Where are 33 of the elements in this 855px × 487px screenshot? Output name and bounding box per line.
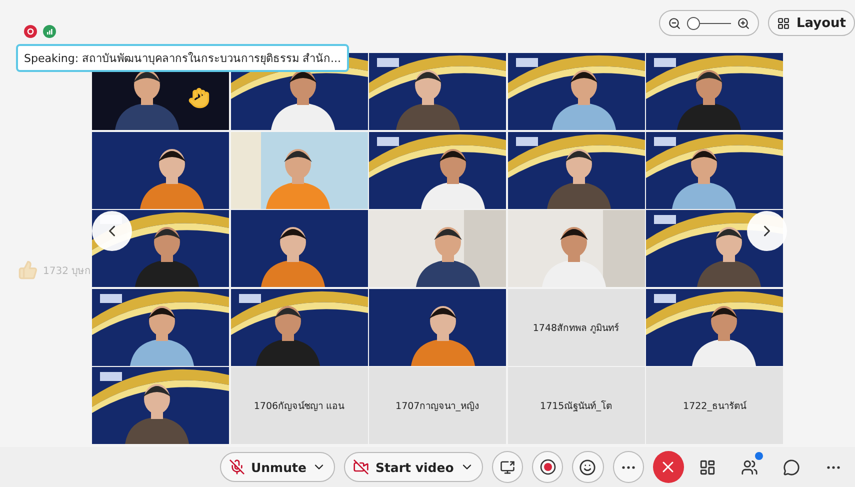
record-icon [540,459,556,475]
apps-icon [698,458,716,476]
layout-button[interactable]: Layout [768,10,855,36]
start-video-button[interactable]: Start video [344,452,483,482]
zoom-out-icon[interactable] [668,16,682,30]
more-icon [622,466,635,468]
thumbs-up-icon [18,260,38,280]
signal-icon [43,25,56,38]
muted-microphone-icon [229,459,245,475]
unmute-button[interactable]: Unmute [220,452,336,482]
share-screen-icon [500,460,515,474]
smiley-icon [579,458,596,476]
zoom-slider-thumb[interactable] [686,16,700,30]
chat-icon [782,458,800,476]
grid-icon [777,16,790,30]
camera-off-icon [353,459,370,475]
zoom-in-icon[interactable] [737,16,750,30]
leave-button[interactable] [652,451,684,483]
share-screen-button[interactable] [492,451,524,483]
reaction-label: 1732 บุษก [43,264,91,278]
participant-name: 1722_ธนารัตน์ [683,400,746,413]
recording-icon [24,25,37,38]
record-button[interactable] [532,451,564,483]
participant-name: 1748สักทพล ภูมินทร์ [532,322,620,334]
people-icon [740,458,758,476]
participant-name: 1715ณัฐนันท์_โต [540,399,612,413]
raised-hand-icon [188,87,210,109]
participant-name: 1706กัญจน์ชญา แอน [254,400,344,413]
reactions-button[interactable] [572,451,604,483]
participant-name: 1707กาญจนา_หญิง [396,400,480,413]
zoom-control[interactable] [659,10,760,36]
speaking-label: Speaking: สถาบันพัฒนาบุคลากรในกระบวนการยุติธรรม สำนัก... [16,44,350,72]
more-icon [826,466,840,468]
